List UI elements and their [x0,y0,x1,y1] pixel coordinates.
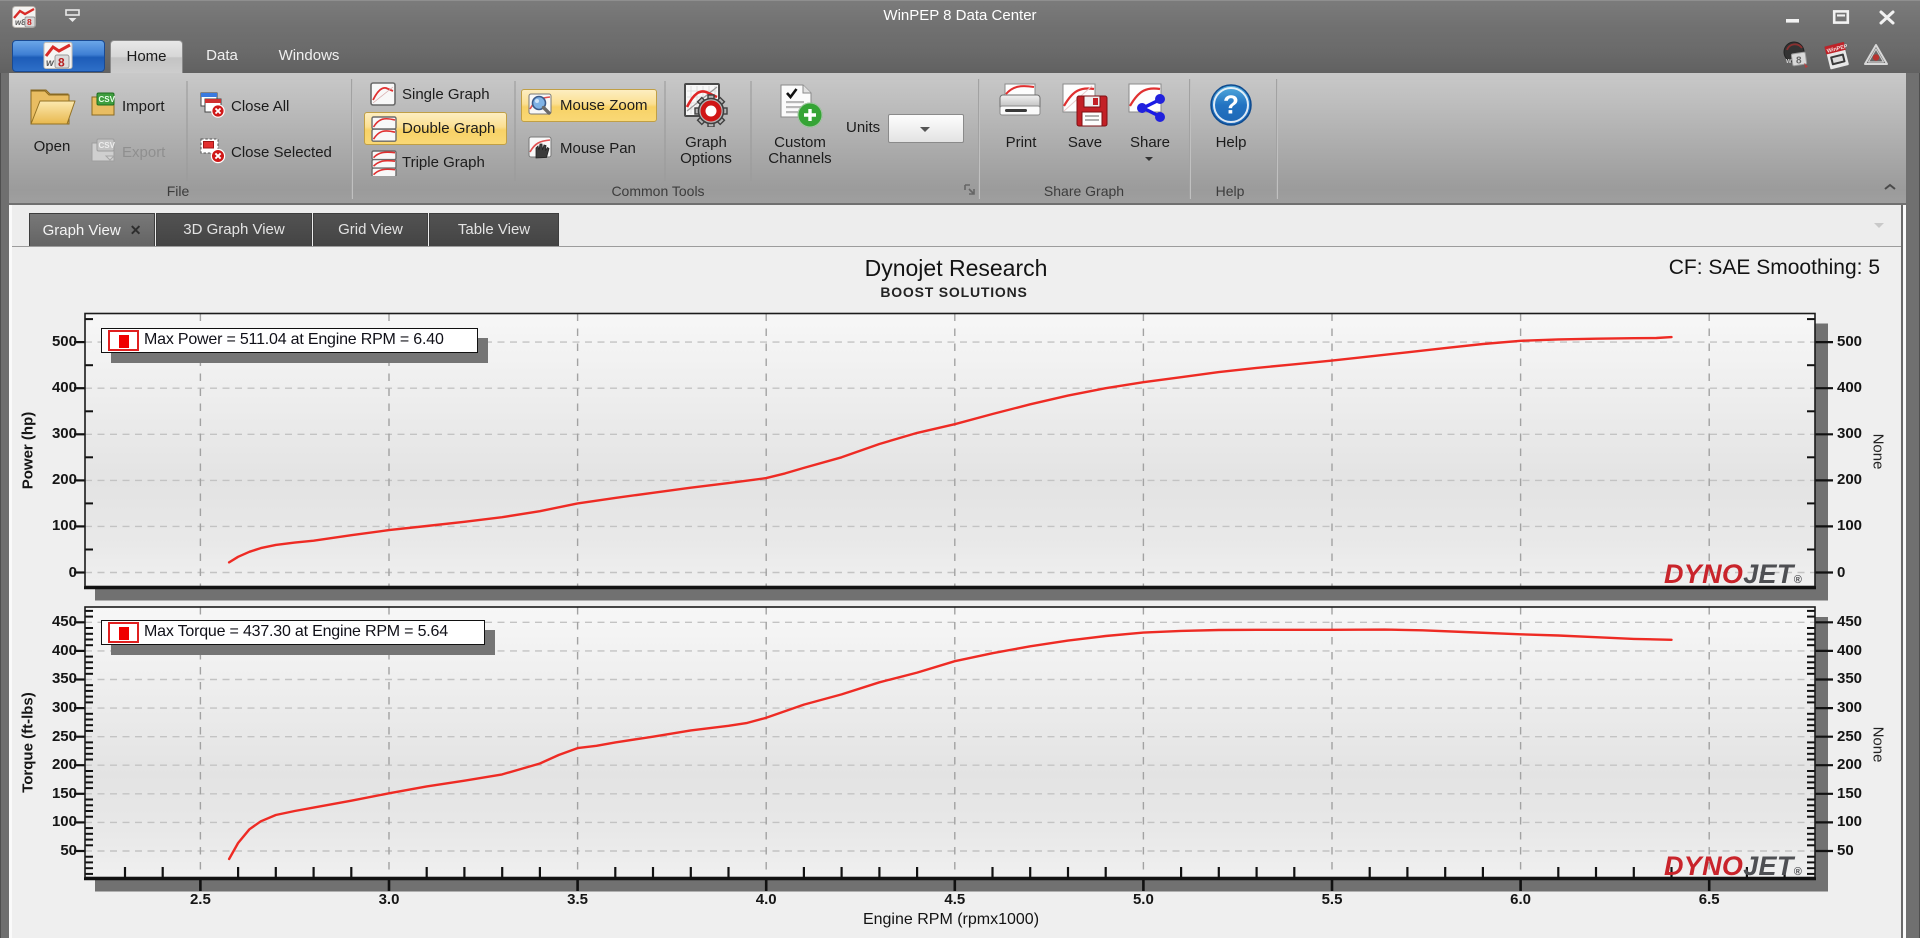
svg-text:w: w [1785,58,1792,65]
svg-text:w: w [46,58,55,69]
svg-text:CSV: CSV [99,141,116,150]
svg-text:?: ? [1223,90,1239,120]
svg-text:8: 8 [1796,56,1802,67]
svg-text:CSV: CSV [99,95,116,104]
svg-text:8: 8 [58,56,65,70]
